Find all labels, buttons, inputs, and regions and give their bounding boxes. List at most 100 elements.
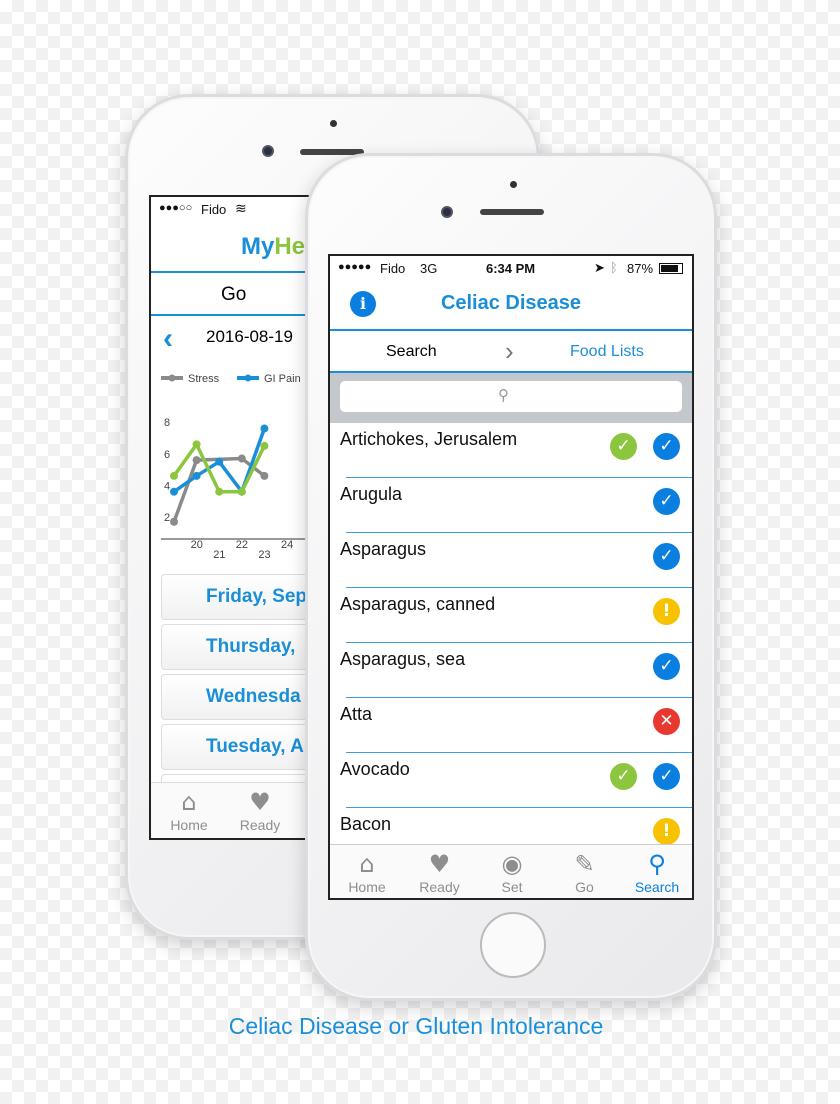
series-point-1: [192, 471, 201, 480]
yellow-warning-icon: !: [653, 818, 680, 844]
set-tab-icon: ◉: [501, 850, 523, 878]
chevron-right-icon: ›: [505, 336, 514, 366]
status-bar: ●●●●● Fido 3G 6:34 PM ➤ ᛒ 87%: [330, 256, 692, 280]
food-row[interactable]: Arugula ✓: [330, 478, 692, 533]
signal: ●●●○○: [159, 202, 193, 214]
series-point-2: [192, 440, 201, 449]
day-label: Friday, Sep: [206, 586, 308, 607]
series-point-1: [170, 487, 178, 496]
legend-stress-dot: [168, 374, 176, 382]
tab-home[interactable]: ⌂ Home: [331, 849, 403, 895]
series-point-0: [192, 456, 201, 465]
food-name: Bacon: [340, 814, 392, 834]
tab-label: Home: [170, 817, 208, 833]
sensor: [510, 181, 517, 188]
page-title: Celiac Disease: [440, 292, 582, 314]
tab-go[interactable]: ✎ Go: [549, 849, 621, 895]
section-title: Go: [221, 284, 247, 305]
wifi-icon: ≋: [235, 200, 247, 216]
food-row[interactable]: Avocado ✓ ✓: [330, 753, 692, 808]
app-title: MyHe: [241, 233, 305, 261]
tab-ready[interactable]: ♥ Ready: [404, 849, 476, 895]
time: 6:34 PM: [486, 261, 536, 276]
tab-label: Set: [501, 879, 523, 895]
food-row[interactable]: Artichokes, Jerusalem ✓ ✓: [330, 423, 692, 478]
food-name: Atta: [340, 704, 373, 724]
search-bar: ⚲: [330, 373, 692, 423]
tab-set[interactable]: ◉ Set: [476, 849, 548, 895]
tab-label: Ready: [239, 817, 281, 833]
food-name: Asparagus, sea: [340, 649, 466, 669]
tab-home[interactable]: ⌂ Home: [153, 787, 225, 833]
y-tick-label: 8: [164, 417, 170, 429]
series-point-2: [260, 441, 269, 450]
legend-gi-pain-label: GI Pain: [264, 373, 301, 385]
blue-check-icon: ✓: [653, 433, 680, 460]
battery-icon: [659, 263, 683, 274]
battery-percent: 87%: [627, 261, 654, 276]
caption: Celiac Disease or Gluten Intolerance: [228, 1013, 604, 1039]
bluetooth-icon: ᛒ: [610, 260, 618, 275]
breadcrumb-food-lists[interactable]: Food Lists: [570, 343, 644, 361]
food-name: Asparagus, canned: [340, 594, 496, 614]
blue-check-icon: ✓: [653, 763, 680, 790]
app-title-my: My: [241, 233, 275, 260]
tab-bar: ⌂ Home ♥ Ready ◉ Set ✎ Go ⚲ Search: [330, 844, 692, 898]
day-label: Tuesday, A: [206, 736, 304, 757]
tab-ready[interactable]: ♥ Ready: [224, 787, 296, 833]
series-point-2: [215, 487, 224, 496]
x-tick-label: 24: [281, 539, 293, 551]
series-point-0: [170, 517, 178, 526]
ready-tab-icon: ♥: [428, 850, 451, 878]
tab-label: Home: [348, 879, 386, 895]
home-tab-icon: ⌂: [359, 850, 375, 878]
food-row[interactable]: Bacon!: [330, 808, 692, 844]
y-tick-label: 4: [164, 480, 170, 492]
app-title-he: He: [274, 233, 306, 260]
food-row[interactable]: Asparagus ✓: [330, 533, 692, 588]
y-tick-label: 2: [164, 512, 170, 524]
go-tab-icon: ✎: [574, 850, 595, 878]
food-row[interactable]: Atta ✕: [330, 698, 692, 753]
tab-label: Search: [634, 879, 680, 895]
day-label: Wednesda: [206, 686, 301, 707]
back-chevron-icon[interactable]: ‹: [163, 322, 173, 356]
date-label[interactable]: 2016-08-19: [206, 327, 293, 347]
home-button[interactable]: [480, 912, 546, 978]
y-tick-label: 6: [164, 449, 170, 461]
search-icon: ⚲: [498, 386, 509, 404]
search-input[interactable]: ⚲: [340, 381, 682, 412]
food-name: Artichokes, Jerusalem: [340, 429, 518, 449]
series-point-0: [260, 471, 269, 480]
food-row[interactable]: Asparagus, sea ✓: [330, 643, 692, 698]
green-check-icon: ✓: [610, 763, 637, 790]
red-x-icon: ✕: [653, 708, 680, 735]
blue-check-icon: ✓: [653, 488, 680, 515]
signal: ●●●●●: [338, 261, 372, 273]
series-point-2: [237, 487, 246, 496]
x-tick-label: 20: [191, 539, 203, 551]
x-tick-label: 23: [258, 549, 270, 561]
tab-search[interactable]: ⚲ Search: [621, 849, 692, 895]
blue-check-icon: ✓: [653, 543, 680, 570]
speaker: [480, 209, 544, 215]
breadcrumb-search[interactable]: Search: [386, 343, 437, 361]
tab-label: Ready: [419, 879, 460, 895]
sensor: [330, 120, 337, 127]
network: 3G: [420, 261, 438, 276]
x-tick-label: 22: [236, 539, 248, 551]
series-point-0: [237, 454, 246, 463]
divider: [330, 329, 692, 331]
food-name: Arugula: [340, 484, 403, 504]
food-list: Artichokes, Jerusalem ✓ ✓ Arugula ✓ Asparagus…: [330, 423, 692, 844]
series-point-1: [260, 424, 269, 433]
food-row[interactable]: Asparagus, canned!: [330, 588, 692, 643]
series-point-1: [215, 457, 224, 466]
legend-gi-pain-dot: [244, 374, 252, 382]
yellow-warning-icon: !: [653, 598, 680, 625]
series-point-2: [170, 471, 178, 480]
food-name: Asparagus: [340, 539, 427, 559]
x-tick-label: 21: [213, 549, 225, 561]
camera: [262, 145, 274, 157]
carrier: Fido: [380, 261, 406, 276]
